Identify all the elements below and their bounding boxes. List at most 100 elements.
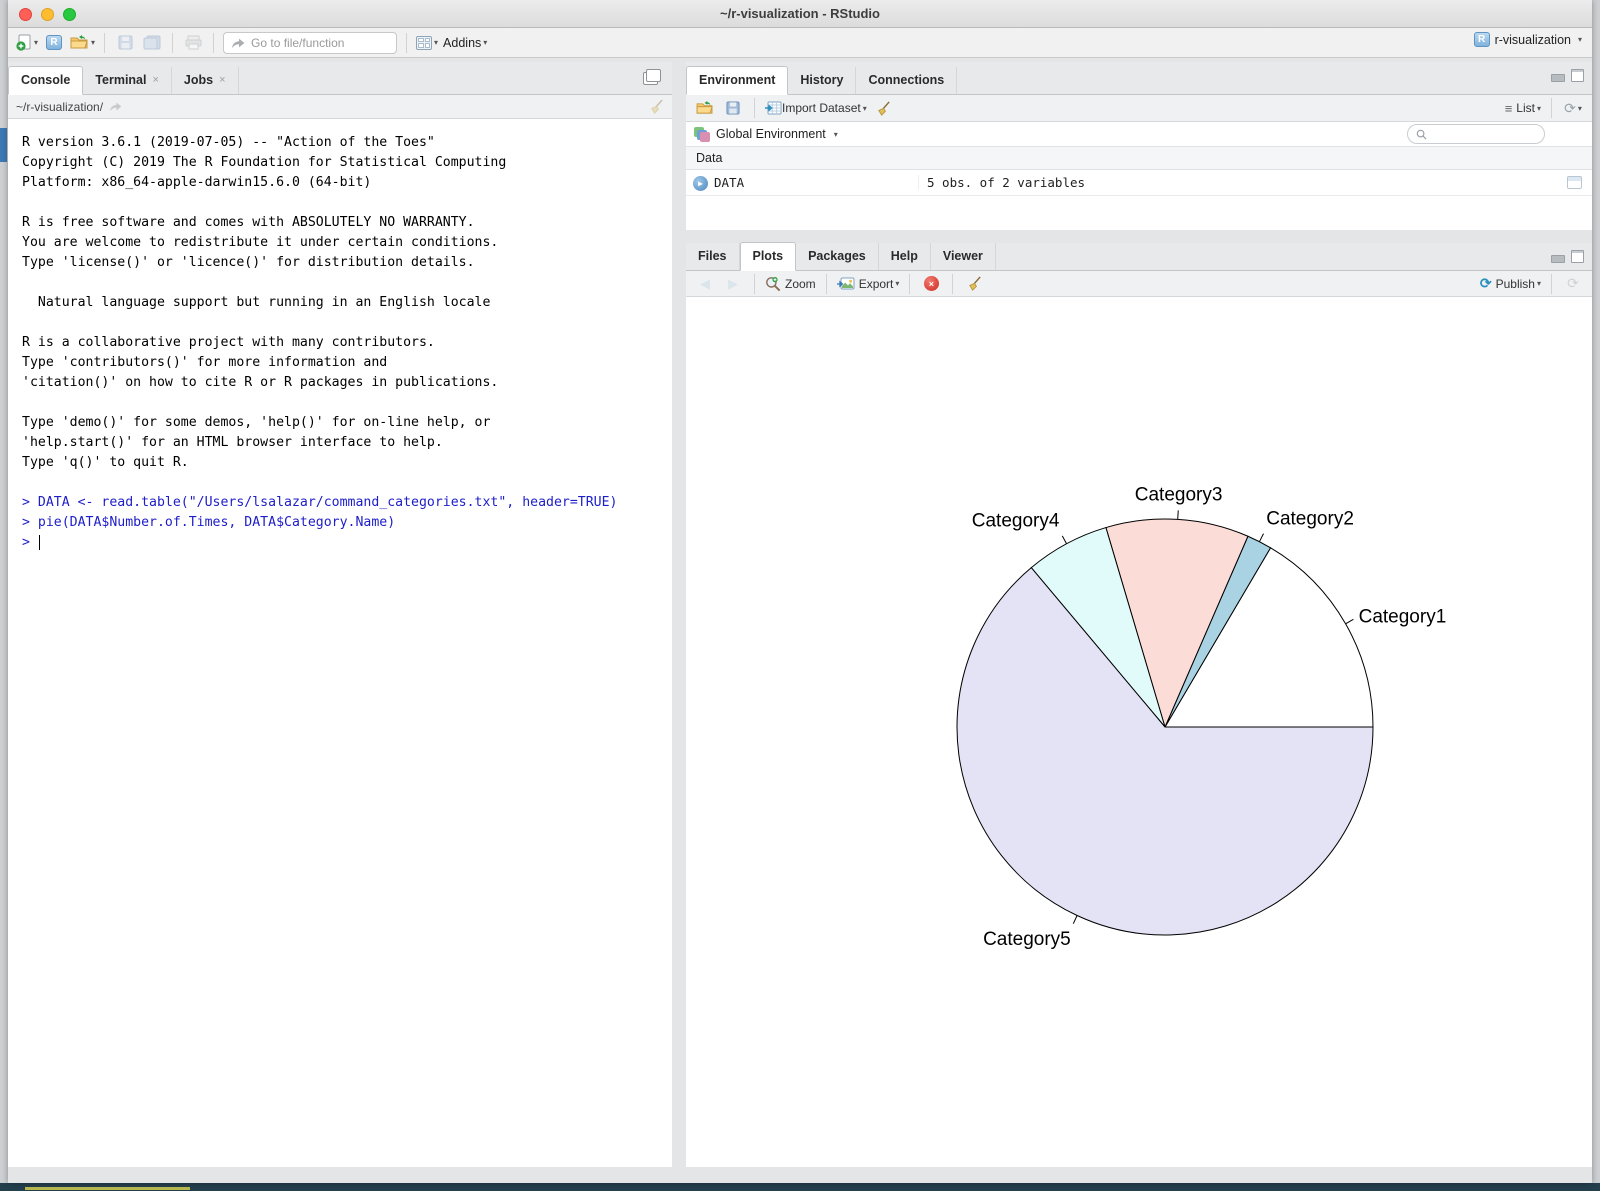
pie-label-Category5: Category5 (983, 929, 1071, 950)
zoom-plot-button[interactable]: Zoom (765, 272, 816, 296)
close-icon[interactable]: × (152, 74, 158, 86)
toolbar-separator (213, 33, 214, 53)
environment-scope-label[interactable]: Global Environment (716, 127, 826, 141)
remove-plot-icon: × (924, 276, 939, 291)
zoom-label: Zoom (785, 277, 816, 291)
environment-section-label: Data (696, 151, 722, 165)
load-workspace-button[interactable] (694, 96, 716, 120)
expand-object-icon[interactable]: ▶ (693, 176, 708, 191)
addins-caret-icon: ▾ (483, 38, 487, 47)
tab-viewer[interactable]: Viewer (931, 243, 996, 270)
export-plot-button[interactable]: Export ▾ (837, 272, 900, 296)
minimize-pane-icon[interactable] (1551, 74, 1565, 82)
plots-pane: Files Plots Packages Help Viewer ◀ (686, 243, 1592, 1167)
background-bottom-bar (0, 1183, 1600, 1191)
view-data-icon[interactable] (1567, 176, 1582, 189)
console-working-dir: ~/r-visualization/ (16, 100, 103, 114)
zoom-magnifier-icon (765, 276, 781, 292)
view-mode-caret-icon: ▾ (1537, 104, 1541, 113)
environment-section-header: Data (686, 147, 1592, 170)
publish-button[interactable]: ⟳ Publish ▾ (1480, 272, 1541, 296)
goto-file-search[interactable] (223, 32, 397, 54)
toolbar-separator (826, 274, 827, 294)
global-environment-icon (694, 127, 710, 142)
environment-pane: Environment History Connections (686, 62, 1592, 230)
restore-panes-icon[interactable] (646, 69, 661, 82)
tab-terminal[interactable]: Terminal × (83, 67, 172, 94)
remove-plot-button[interactable]: × (920, 272, 942, 296)
pane-layout-button[interactable]: ▾ (416, 31, 438, 55)
environment-search[interactable] (1407, 124, 1545, 144)
project-name: r-visualization (1495, 33, 1571, 47)
back-arrow-icon: ◀ (700, 276, 710, 292)
close-icon[interactable]: × (219, 74, 225, 86)
refresh-environment-button[interactable]: ⟳ ▾ (1562, 96, 1584, 120)
tab-environment[interactable]: Environment (686, 66, 788, 95)
tab-environment-label: Environment (699, 73, 775, 87)
tab-console[interactable]: Console (8, 66, 83, 95)
console-output[interactable]: R version 3.6.1 (2019-07-05) -- "Action … (8, 119, 672, 1167)
pie-label-Category1: Category1 (1359, 606, 1447, 627)
toolbar-separator (952, 274, 953, 294)
plot-display-area: Category1Category2Category3Category4Cate… (686, 297, 1592, 1167)
tab-packages[interactable]: Packages (796, 243, 879, 270)
clear-environment-button[interactable] (873, 96, 895, 120)
tab-plots[interactable]: Plots (740, 242, 797, 271)
publish-caret-icon: ▾ (1537, 279, 1541, 288)
rstudio-window: ~/r-visualization - RStudio ▾ R ▾ (8, 0, 1592, 1183)
refresh-plot-button[interactable]: ⟳ (1562, 272, 1584, 296)
minimize-pane-icon[interactable] (1551, 255, 1565, 263)
toolbar-separator (754, 274, 755, 294)
tab-packages-label: Packages (808, 249, 866, 263)
environment-toolbar: Import Dataset ▾ ≡ List ▾ ⟳ ▾ (686, 95, 1592, 122)
save-all-button[interactable] (141, 31, 163, 55)
goto-file-input[interactable] (251, 36, 371, 50)
console-pane: Console Terminal × Jobs × ~/r-visualizat… (8, 62, 672, 1167)
toolbar-separator (909, 274, 910, 294)
pane-layout-icon (416, 36, 432, 50)
tab-connections[interactable]: Connections (856, 67, 957, 94)
r-project-icon: R (46, 35, 62, 50)
pane-layout-caret-icon: ▾ (434, 38, 438, 47)
tab-history[interactable]: History (788, 67, 856, 94)
publish-label: Publish (1496, 277, 1535, 291)
tab-files[interactable]: Files (686, 243, 740, 270)
next-plot-button[interactable]: ▶ (722, 272, 744, 296)
background-right-sliver (1592, 0, 1600, 1183)
project-selector[interactable]: R r-visualization ▾ (1474, 32, 1582, 47)
console-cursor (39, 535, 41, 550)
object-name-cell: ▶ DATA (686, 175, 918, 190)
tab-jobs[interactable]: Jobs × (172, 67, 239, 94)
tab-files-label: Files (698, 249, 727, 263)
new-project-button[interactable]: R (43, 31, 65, 55)
print-button[interactable] (182, 31, 204, 55)
new-file-caret-icon: ▾ (34, 38, 38, 47)
pie-label-tick (1259, 534, 1263, 542)
environment-object-row[interactable]: ▶ DATA 5 obs. of 2 variables (686, 170, 1592, 196)
view-mode-label: List (1516, 101, 1535, 115)
maximize-pane-icon[interactable] (1571, 250, 1584, 263)
new-file-button[interactable]: ▾ (16, 31, 38, 55)
tab-help-label: Help (891, 249, 918, 263)
goto-dir-icon[interactable] (109, 101, 122, 112)
window-title: ~/r-visualization - RStudio (8, 6, 1592, 21)
toolbar-separator (754, 98, 755, 118)
environment-view-mode-button[interactable]: ≡ List ▾ (1505, 96, 1541, 120)
environment-search-input[interactable] (1431, 127, 1531, 141)
previous-plot-button[interactable]: ◀ (694, 272, 716, 296)
plots-toolbar: ◀ ▶ Zoom Export ▾ × (686, 271, 1592, 297)
maximize-pane-icon[interactable] (1571, 69, 1584, 82)
import-dataset-button[interactable]: Import Dataset ▾ (765, 96, 867, 120)
save-workspace-button[interactable] (722, 96, 744, 120)
clear-console-icon[interactable] (649, 99, 664, 114)
tab-help[interactable]: Help (879, 243, 931, 270)
clear-all-plots-button[interactable] (963, 272, 985, 296)
console-tabbar: Console Terminal × Jobs × (8, 62, 672, 95)
main-toolbar: ▾ R ▾ ▾ Addins ▾ (8, 28, 1592, 58)
pie-label-tick (1346, 619, 1354, 623)
background-left-sliver (0, 0, 8, 1183)
tab-console-label: Console (21, 73, 70, 87)
addins-button[interactable]: Addins ▾ (443, 31, 487, 55)
open-file-button[interactable]: ▾ (70, 31, 95, 55)
save-button[interactable] (114, 31, 136, 55)
